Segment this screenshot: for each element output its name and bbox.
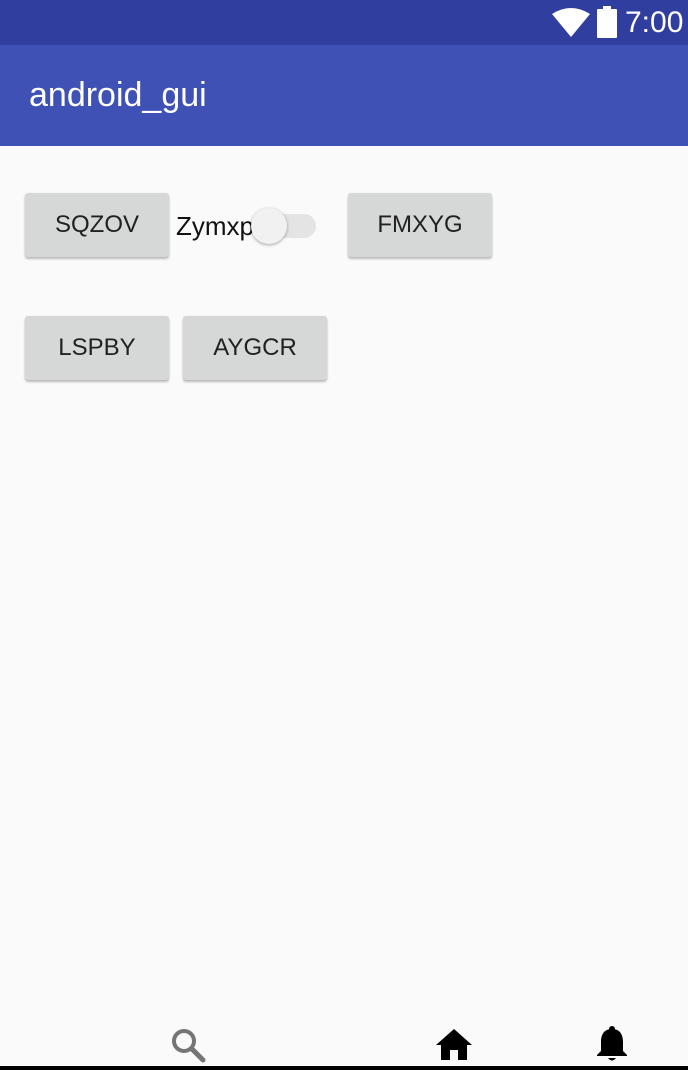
status-time: 7:00 [625,6,684,39]
app-title: android_gui [29,76,207,114]
search-icon[interactable] [168,1026,208,1066]
zymxp-switch[interactable]: Zymxp [176,203,320,247]
bell-icon[interactable] [592,1024,632,1064]
fmxyg-button[interactable]: FMXYG [348,193,492,257]
wifi-icon [552,8,590,37]
sqzov-button[interactable]: SQZOV [25,193,169,257]
switch-label: Zymxp [176,211,254,241]
app-bar: android_gui [0,45,688,146]
status-bar: 7:00 [0,0,688,45]
home-icon[interactable] [434,1026,474,1066]
battery-icon [597,6,617,38]
switch-thumb[interactable] [251,208,287,244]
lspby-button[interactable]: LSPBY [25,316,169,380]
aygcr-button[interactable]: AYGCR [183,316,327,380]
bottom-nav [0,1010,688,1070]
bottom-edge [0,1066,688,1070]
